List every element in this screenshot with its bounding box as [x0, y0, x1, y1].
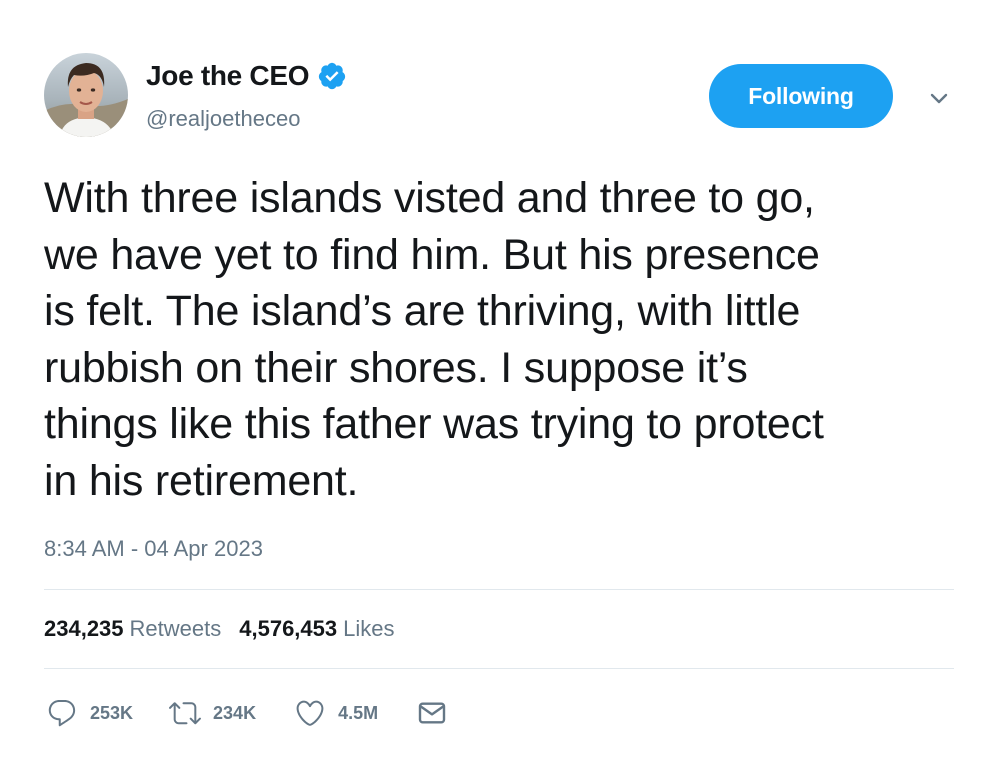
- user-handle[interactable]: @realjoetheceo: [146, 106, 300, 132]
- display-name[interactable]: Joe the CEO: [146, 60, 309, 92]
- divider: [44, 589, 954, 590]
- user-name-row: Joe the CEO: [146, 56, 347, 96]
- tweet-card: Joe the CEO @realjoetheceo Following Wit…: [0, 0, 1006, 780]
- tweet-stats: 234,235 Retweets 4,576,453 Likes: [44, 616, 412, 642]
- chevron-down-icon[interactable]: [924, 84, 954, 114]
- retweet-count: 234K: [213, 702, 257, 723]
- likes-count: 4,576,453: [239, 616, 338, 641]
- direct-message-button[interactable]: [416, 697, 448, 729]
- retweets-count: 234,235: [44, 616, 124, 641]
- like-button[interactable]: 4.5M: [294, 697, 378, 729]
- following-button[interactable]: Following: [709, 64, 893, 128]
- envelope-icon: [416, 697, 448, 729]
- retweets-label: Retweets: [129, 616, 222, 641]
- retweets-stat[interactable]: 234,235 Retweets: [44, 616, 221, 642]
- tweet-text: With three islands visted and three to g…: [44, 174, 824, 505]
- avatar[interactable]: [44, 53, 128, 137]
- tweet-timestamp[interactable]: 8:34 AM - 04 Apr 2023: [44, 536, 263, 562]
- likes-label: Likes: [343, 616, 395, 641]
- avatar-photo: [44, 53, 128, 137]
- divider: [44, 668, 954, 669]
- tweet-actions: 253K 234K 4.5M: [46, 696, 448, 730]
- reply-count: 253K: [90, 702, 134, 723]
- retweet-icon: [169, 697, 202, 729]
- verified-badge-icon: [317, 61, 347, 91]
- retweet-button[interactable]: 234K: [169, 697, 256, 729]
- reply-button[interactable]: 253K: [46, 697, 133, 729]
- reply-icon: [46, 697, 78, 729]
- heart-icon: [294, 697, 326, 729]
- likes-stat[interactable]: 4,576,453 Likes: [239, 616, 394, 642]
- like-count: 4.5M: [338, 702, 379, 723]
